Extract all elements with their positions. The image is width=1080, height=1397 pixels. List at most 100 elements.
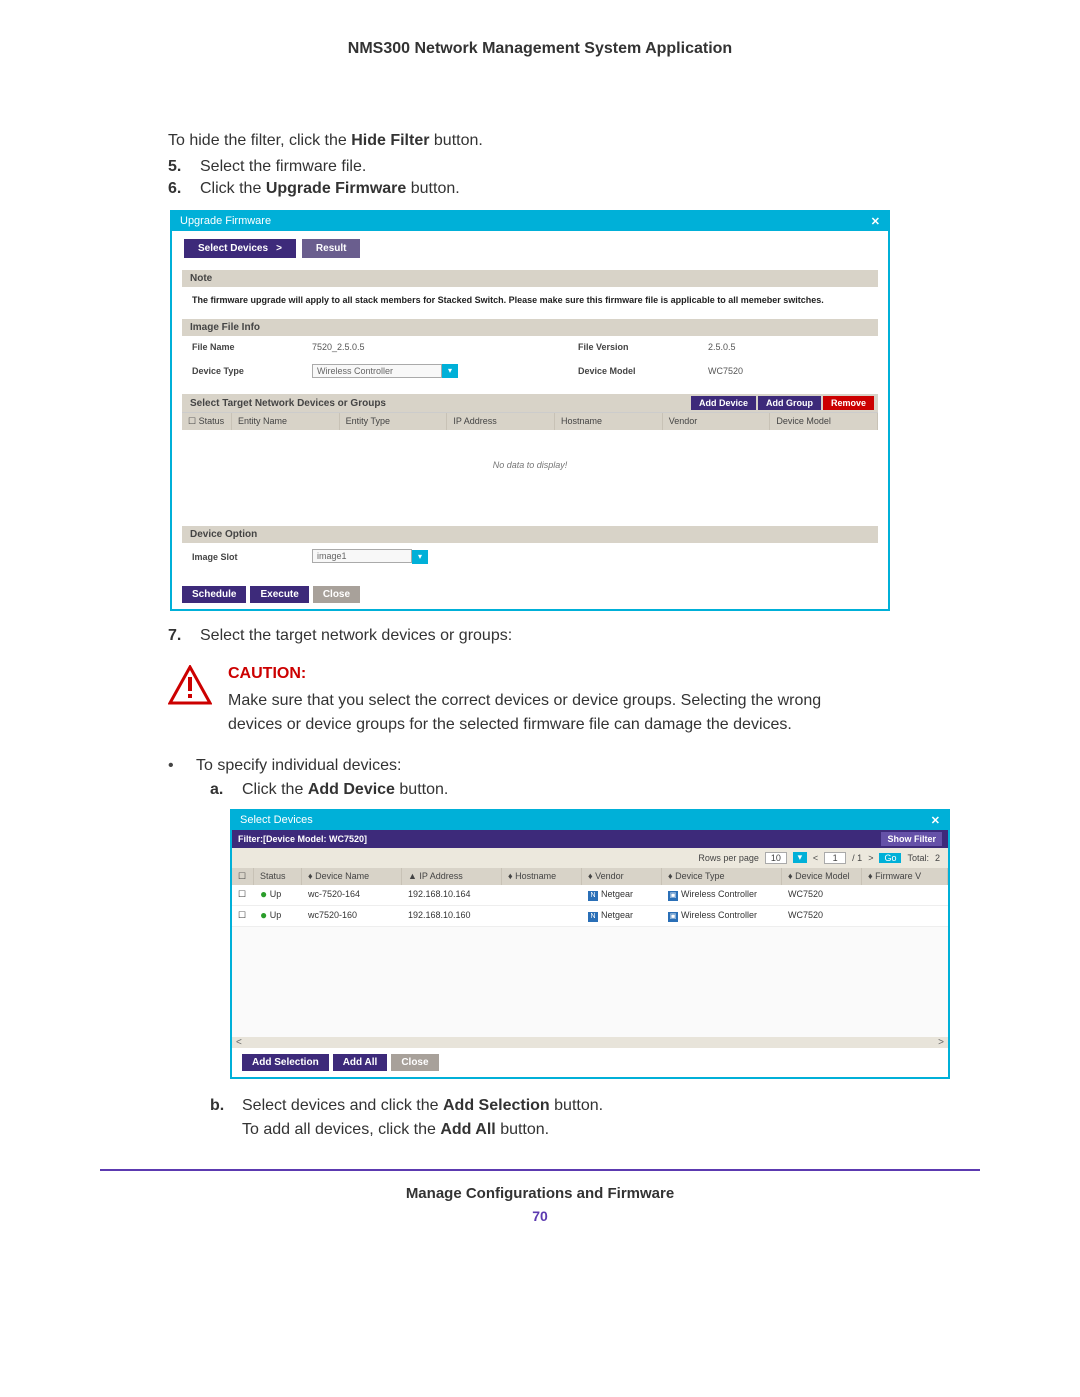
row-vendor: NNetgear [582,908,662,924]
tab-select-devices-label: Select Devices [198,243,268,254]
note-section-header: Note [182,270,878,287]
add-device-button[interactable]: Add Device [691,396,756,410]
row-checkbox[interactable]: ☐ [232,908,254,924]
col-vendor[interactable]: Vendor [663,413,771,430]
pager-total-label: Total: [907,853,929,863]
footer-page-number: 70 [100,1208,980,1224]
show-filter-button[interactable]: Show Filter [881,832,942,846]
image-file-info-header: Image File Info [182,319,878,336]
row-device-name: wc-7520-164 [302,887,402,903]
chevron-down-icon[interactable]: ▾ [442,364,458,378]
col-ip-address[interactable]: IP Address [447,413,555,430]
horizontal-scrollbar[interactable]: < > [232,1037,948,1048]
table-row[interactable]: ☐● Upwc-7520-164192.168.10.164NNetgear▣W… [232,885,948,906]
col-ip-address[interactable]: IP Address [419,871,462,881]
note-text: The firmware upgrade will apply to all s… [182,287,878,313]
row-type: ▣Wireless Controller [662,908,782,924]
pager-bar: Rows per page 10 ▾ < 1 / 1 > Go Total: 2 [232,848,948,868]
pager-go-button[interactable]: Go [879,853,901,863]
substep-b-label: b. [210,1097,232,1139]
close-button[interactable]: Close [313,586,360,603]
row-hostname [502,887,582,903]
col-hostname[interactable]: Hostname [555,413,663,430]
step-6-bold: Upgrade Firmware [266,180,406,197]
tab-result[interactable]: Result [302,239,361,258]
row-checkbox[interactable]: ☐ [232,887,254,903]
execute-button[interactable]: Execute [250,586,308,603]
pager-page-input[interactable]: 1 [824,852,846,864]
step-7: 7. Select the target network devices or … [100,627,980,645]
col-entity-name[interactable]: Entity Name [232,413,340,430]
tab-result-label: Result [316,243,347,254]
filter-bar: Filter:[Device Model: WC7520] Show Filte… [232,830,948,848]
image-slot-value: image1 [312,549,412,563]
col-checkbox[interactable]: ☐ Status [182,413,232,430]
substep-b-line2-bold: Add All [440,1121,495,1138]
chevron-down-icon[interactable]: ▾ [793,852,807,863]
target-section-title: Select Target Network Devices or Groups [182,395,394,412]
step-7-text: Select the target network devices or gro… [200,627,512,644]
col-device-type[interactable]: Device Type [675,871,724,881]
col-entity-type[interactable]: Entity Type [340,413,448,430]
select-devices-dialog: Select Devices ✕ Filter:[Device Model: W… [230,809,950,1079]
close-icon[interactable]: ✕ [931,814,940,827]
filter-label: Filter:[Device Model: WC7520] [238,834,367,844]
add-selection-button[interactable]: Add Selection [242,1054,329,1071]
col-device-model[interactable]: Device Model [770,413,878,430]
image-slot-select[interactable]: image1▾ [312,549,428,564]
row-model: WC7520 [782,887,862,903]
row-type: ▣Wireless Controller [662,887,782,903]
schedule-button[interactable]: Schedule [182,586,246,603]
intro-paragraph: To hide the filter, click the Hide Filte… [100,128,980,154]
device-type-value: Wireless Controller [312,364,442,378]
caution-icon [168,665,212,705]
row-ip: 192.168.10.160 [402,908,502,924]
row-status: ● Up [254,908,302,924]
col-hostname[interactable]: Hostname [515,871,556,881]
device-model-label: Device Model [578,366,668,376]
col-select-all[interactable]: ☐ [232,868,254,885]
pager-prev-icon[interactable]: < [813,853,818,863]
step-6-pre: Click the [200,180,261,197]
step-6-num: 6. [168,180,190,198]
table-row[interactable]: ☐● Upwc7520-160192.168.10.160NNetgear▣Wi… [232,906,948,927]
bullet-text: To specify individual devices: [196,757,401,774]
scroll-right-icon[interactable]: > [938,1037,944,1048]
device-model-value: WC7520 [708,366,868,376]
row-firmware [862,908,948,924]
dialog-tabs: Select Devices Result [172,231,888,264]
close-icon[interactable]: ✕ [871,215,880,228]
substep-a-bold: Add Device [308,781,395,798]
chevron-down-icon[interactable]: ▾ [412,550,428,564]
scroll-left-icon[interactable]: < [236,1037,242,1048]
device-type-row: Device Type Wireless Controller▾ Device … [182,358,878,385]
remove-button[interactable]: Remove [823,396,874,410]
col-device-model[interactable]: Device Model [795,871,850,881]
file-version-value: 2.5.0.5 [708,342,868,352]
dialog-titlebar: Upgrade Firmware ✕ [172,212,888,231]
col-status[interactable]: Status [199,416,225,426]
col-status[interactable]: Status [254,868,302,885]
step-5-num: 5. [168,158,190,176]
tab-select-devices[interactable]: Select Devices [184,239,296,258]
device-type-select[interactable]: Wireless Controller▾ [312,364,472,379]
row-hostname [502,908,582,924]
no-data-message: No data to display! [182,430,878,520]
pager-rows-value[interactable]: 10 [765,852,787,864]
doc-header-title: NMS300 Network Management System Applica… [100,40,980,58]
upgrade-firmware-dialog: Upgrade Firmware ✕ Select Devices Result… [170,210,890,611]
row-ip: 192.168.10.164 [402,887,502,903]
substep-b-line2-pre: To add all devices, click the [242,1121,436,1138]
pager-next-icon[interactable]: > [868,853,873,863]
target-table-header: ☐ Status Entity Name Entity Type IP Addr… [182,412,878,430]
close-button[interactable]: Close [391,1054,438,1071]
col-vendor[interactable]: Vendor [595,871,624,881]
add-group-button[interactable]: Add Group [758,396,821,410]
footer-section-title: Manage Configurations and Firmware [100,1185,980,1202]
col-firmware[interactable]: Firmware V [875,871,921,881]
step-5-text: Select the firmware file. [200,158,366,175]
col-device-name[interactable]: Device Name [315,871,369,881]
dialog2-title: Select Devices [240,814,313,826]
pager-rows-label: Rows per page [698,853,759,863]
add-all-button[interactable]: Add All [333,1054,388,1071]
